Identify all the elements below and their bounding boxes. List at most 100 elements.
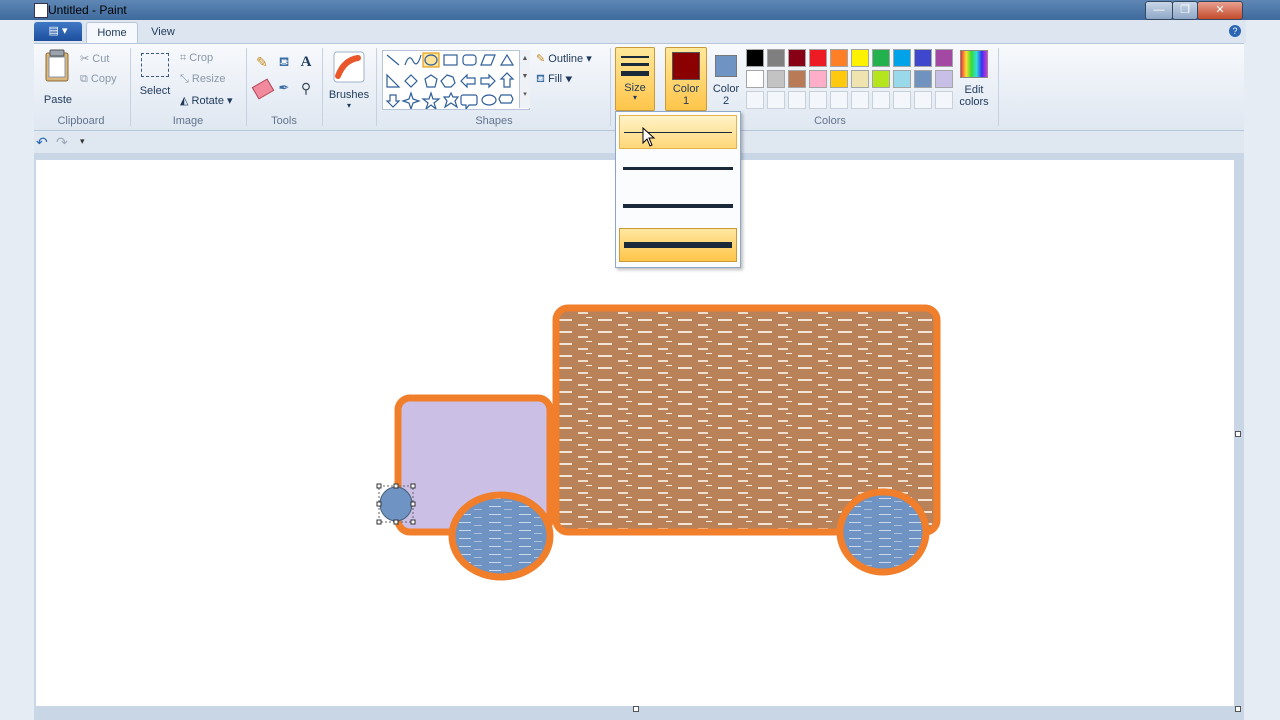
- color1-button[interactable]: Color 1: [665, 47, 707, 111]
- pencil-icon[interactable]: ✎: [252, 54, 272, 74]
- tab-home[interactable]: Home: [86, 22, 138, 44]
- selection-handle[interactable]: [376, 519, 382, 525]
- custom-color-slot[interactable]: [767, 91, 785, 109]
- canvas-resize-handle[interactable]: [1235, 706, 1241, 712]
- palette-swatch[interactable]: [914, 70, 932, 88]
- text-icon[interactable]: A: [296, 54, 316, 74]
- selection-handle[interactable]: [393, 483, 399, 489]
- color1-label: Color 1: [672, 83, 700, 107]
- crop-button[interactable]: ⌗ Crop: [180, 52, 213, 65]
- palette-swatch[interactable]: [830, 70, 848, 88]
- palette-swatch[interactable]: [767, 49, 785, 67]
- tab-view[interactable]: View: [140, 22, 186, 43]
- size-option-8px[interactable]: [619, 228, 737, 262]
- palette-swatch[interactable]: [935, 49, 953, 67]
- palette-swatch[interactable]: [893, 49, 911, 67]
- size-option-5px[interactable]: [619, 190, 737, 224]
- size-line-icon: [623, 204, 733, 208]
- custom-color-slot[interactable]: [893, 91, 911, 109]
- palette-swatch[interactable]: [872, 70, 890, 88]
- custom-color-slot[interactable]: [809, 91, 827, 109]
- custom-color-slot[interactable]: [914, 91, 932, 109]
- redo-icon[interactable]: ↷: [56, 134, 68, 151]
- clipboard-group-label: Clipboard: [57, 115, 105, 127]
- color-palette: [746, 49, 956, 111]
- shapes-gallery[interactable]: [382, 50, 530, 111]
- select-button[interactable]: Select: [138, 50, 172, 108]
- selection-handle[interactable]: [410, 501, 416, 507]
- copy-label: Copy: [90, 73, 117, 85]
- close-icon[interactable]: ✕: [1197, 1, 1243, 20]
- size-line-icon: [624, 132, 732, 133]
- rotate-button[interactable]: ◭ Rotate ▾: [180, 94, 233, 107]
- resize-button[interactable]: ⤡ Resize: [180, 73, 226, 86]
- copy-button[interactable]: ⧉ Copy: [80, 73, 117, 86]
- color-spectrum-icon: [960, 50, 988, 78]
- brushes-label: Brushes: [328, 89, 370, 101]
- palette-swatch[interactable]: [809, 49, 827, 67]
- undo-icon[interactable]: ↶: [36, 134, 48, 151]
- palette-swatch[interactable]: [851, 70, 869, 88]
- brushes-button[interactable]: Brushes ▾: [328, 50, 370, 110]
- fill-icon: ⛾: [536, 73, 545, 85]
- help-icon[interactable]: ?: [1229, 25, 1241, 37]
- canvas-resize-handle[interactable]: [1235, 431, 1241, 437]
- palette-swatch[interactable]: [746, 49, 764, 67]
- paste-button[interactable]: Paste: [38, 47, 78, 107]
- edit-colors-button[interactable]: Edit colors: [957, 50, 991, 110]
- selection-handle[interactable]: [376, 501, 382, 507]
- chevron-down-icon: ▾: [346, 101, 351, 110]
- color2-button[interactable]: Color 2: [707, 47, 745, 109]
- palette-swatch[interactable]: [788, 70, 806, 88]
- palette-swatch[interactable]: [893, 70, 911, 88]
- fill-button[interactable]: ⛾ Fill ▾: [536, 73, 573, 87]
- fill-bucket-icon[interactable]: ⛾: [274, 54, 294, 74]
- custom-color-slot[interactable]: [830, 91, 848, 109]
- divider: [610, 48, 611, 126]
- cut-button[interactable]: ✂ Cut: [80, 52, 109, 65]
- color-picker-icon[interactable]: ✒: [274, 80, 294, 100]
- palette-swatch[interactable]: [746, 70, 764, 88]
- paint-app-icon[interactable]: [34, 3, 48, 18]
- selection-handle[interactable]: [410, 483, 416, 489]
- tools-group-label: Tools: [271, 115, 297, 127]
- rotate-icon: ◭: [180, 95, 189, 107]
- palette-swatch[interactable]: [851, 49, 869, 67]
- custom-color-slot[interactable]: [935, 91, 953, 109]
- crop-label: Crop: [189, 52, 214, 64]
- tools-grid: ✎ ⛾ A ✒ ⚲: [251, 54, 318, 106]
- paint-menu-button[interactable]: ▤ ▾: [34, 22, 82, 41]
- magnifier-icon[interactable]: ⚲: [296, 80, 316, 100]
- size-line-icon: [621, 63, 649, 66]
- palette-swatch[interactable]: [767, 70, 785, 88]
- minimize-icon[interactable]: —: [1145, 1, 1173, 20]
- palette-swatch[interactable]: [935, 70, 953, 88]
- palette-swatch[interactable]: [872, 49, 890, 67]
- selection-handle[interactable]: [376, 483, 382, 489]
- selection-handle[interactable]: [410, 519, 416, 525]
- canvas-resize-handle[interactable]: [633, 706, 639, 712]
- cut-label: Cut: [92, 53, 110, 65]
- custom-color-slot[interactable]: [788, 91, 806, 109]
- crop-icon: ⌗: [180, 52, 187, 64]
- eraser-icon[interactable]: [251, 78, 275, 100]
- headlight-selection[interactable]: [379, 486, 413, 522]
- custom-color-slot[interactable]: [746, 91, 764, 109]
- outline-icon: ✎: [536, 53, 546, 65]
- size-option-3px[interactable]: [619, 152, 737, 186]
- palette-swatch[interactable]: [809, 70, 827, 88]
- size-button[interactable]: Size ▾: [615, 47, 655, 111]
- maximize-icon[interactable]: ❐: [1172, 1, 1198, 20]
- customize-toolbar-icon[interactable]: ▾: [80, 136, 85, 147]
- size-option-1px[interactable]: [619, 115, 737, 149]
- custom-color-slot[interactable]: [872, 91, 890, 109]
- palette-swatch[interactable]: [788, 49, 806, 67]
- palette-swatch[interactable]: [914, 49, 932, 67]
- palette-swatch[interactable]: [830, 49, 848, 67]
- custom-color-slot[interactable]: [851, 91, 869, 109]
- outline-button[interactable]: ✎ Outline ▾: [536, 52, 592, 65]
- selection-handle[interactable]: [393, 519, 399, 525]
- divider: [376, 48, 377, 126]
- shapes-scroll[interactable]: ▲ ▼ ▾: [519, 50, 530, 108]
- color2-swatch: [715, 55, 737, 77]
